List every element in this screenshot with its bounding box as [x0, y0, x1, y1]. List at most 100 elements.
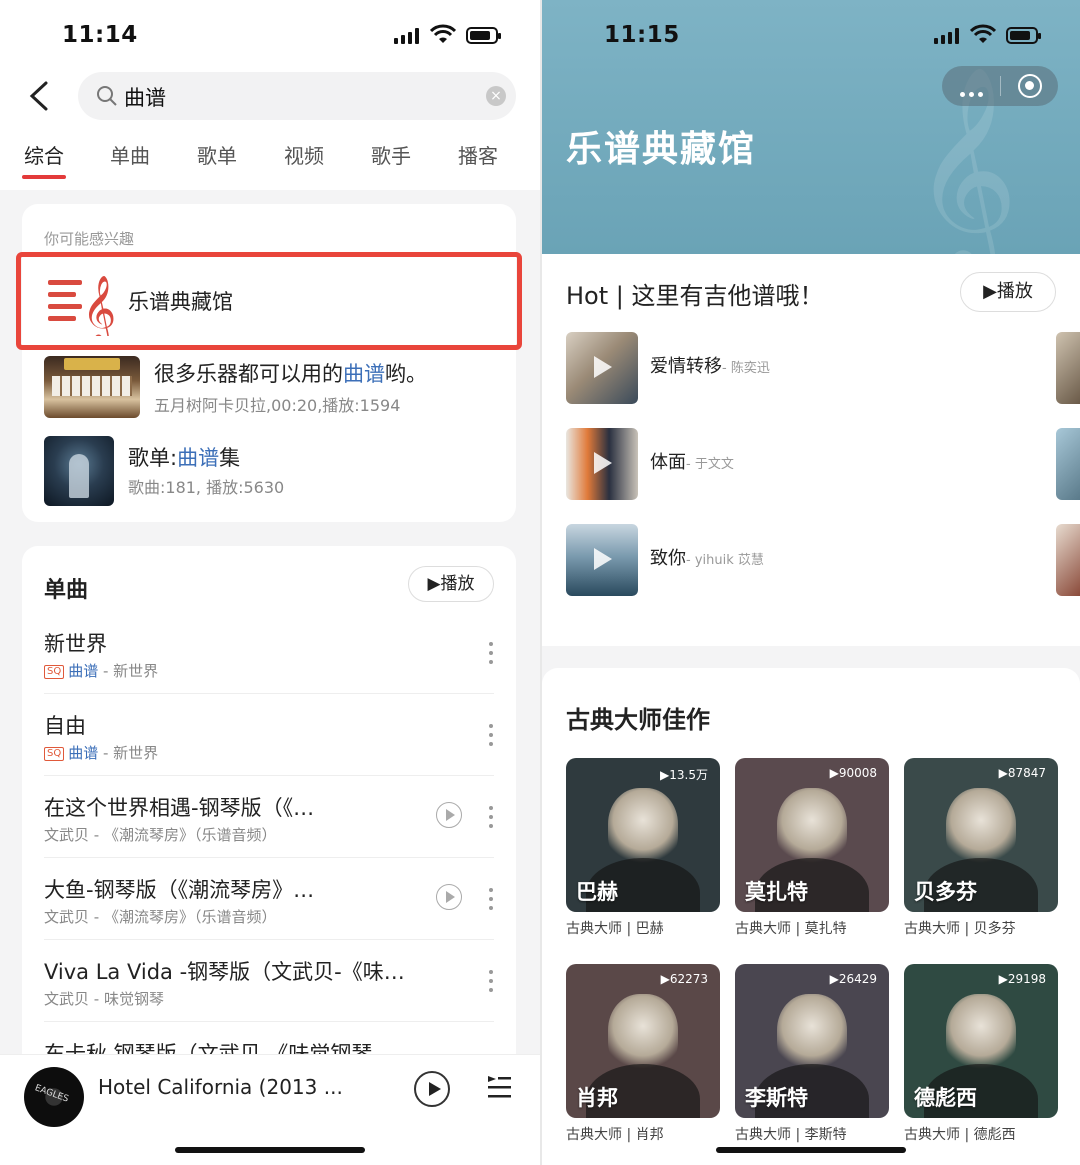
- hot-song-item[interactable]: 致你- yihuik 苡慧: [566, 524, 1046, 596]
- composer-caption: 古典大师 | 李斯特: [735, 1127, 847, 1143]
- classics-section: 古典大师佳作 ▶13.5万 巴赫 古典大师 | 巴赫 ▶90008 莫扎特 古典…: [542, 668, 1080, 1165]
- play-count: ▶87847: [998, 766, 1046, 780]
- song-row[interactable]: Viva La Vida -钢琴版（文武贝-《味… 文武贝 - 味觉钢琴: [44, 940, 494, 1022]
- home-indicator: [175, 1147, 365, 1153]
- composer-name: 贝多芬: [914, 880, 977, 904]
- song-cover: [566, 428, 638, 500]
- home-indicator: [716, 1147, 906, 1153]
- composer-name: 巴赫: [576, 880, 618, 904]
- composer-caption: 古典大师 | 德彪西: [904, 1127, 1016, 1143]
- songs-card: 单曲 ▶播放 新世界 SQ 曲谱 - 新世界 自由 SQ 曲谱 - 新世界 在这个世…: [22, 546, 516, 1086]
- tab-playlists[interactable]: 歌单: [197, 140, 237, 169]
- now-playing-title: Hotel California (2013 ...: [98, 1075, 343, 1099]
- playlist-icon[interactable]: [486, 1073, 512, 1101]
- play-count: ▶29198: [998, 972, 1046, 986]
- composer-portrait: ▶62273 肖邦: [566, 964, 720, 1118]
- more-icon[interactable]: [488, 724, 494, 748]
- status-bar: 11:14: [0, 0, 540, 72]
- song-title: 新世界: [44, 632, 107, 656]
- composer-caption: 古典大师 | 巴赫: [566, 921, 664, 937]
- more-options-icon[interactable]: [960, 82, 990, 97]
- play-count: ▶26429: [829, 972, 877, 986]
- tab-artists[interactable]: 歌手: [371, 140, 411, 169]
- close-miniprogram-icon[interactable]: [1018, 74, 1042, 98]
- battery-icon: [1006, 27, 1041, 44]
- song-title: Viva La Vida -钢琴版（文武贝-《味…: [44, 960, 405, 984]
- result-tabs: 综合 单曲 歌单 视频 歌手 播客: [0, 140, 540, 179]
- treble-clef-watermark-icon: 𝄞: [912, 65, 1019, 255]
- hot-section-title: Hot | 这里有吉他谱哦！: [566, 282, 824, 310]
- play-count: ▶13.5万: [660, 768, 708, 782]
- signal-icon: [934, 28, 960, 44]
- songs-section-title: 单曲: [44, 578, 89, 603]
- song-row[interactable]: 大鱼-钢琴版（《潮流琴房》… 文武贝 - 《潮流琴房》（乐谱音频）: [44, 858, 494, 940]
- search-query: 曲谱: [124, 86, 166, 110]
- song-row[interactable]: 在这个世界相遇-钢琴版（《… 文武贝 - 《潮流琴房》（乐谱音频）: [44, 776, 494, 858]
- composer-name: 莫扎特: [745, 880, 808, 904]
- playlist-meta: 歌曲:181, 播放:5630: [128, 478, 285, 497]
- composer-caption: 古典大师 | 莫扎特: [735, 921, 847, 937]
- battery-icon: [466, 27, 501, 44]
- tab-videos[interactable]: 视频: [284, 140, 324, 169]
- status-time: 11:15: [604, 22, 680, 48]
- composer-caption: 古典大师 | 肖邦: [566, 1127, 664, 1143]
- song-cover: [566, 524, 638, 596]
- song-cover: [566, 332, 638, 404]
- hot-section: Hot | 这里有吉他谱哦！ ▶播放 爱情转移- 陈奕迅 体面- 于文文 致你-…: [542, 254, 1080, 646]
- composer-name: 肖邦: [576, 1086, 618, 1110]
- video-thumbnail: [44, 356, 140, 418]
- next-column-peek: [1056, 428, 1080, 500]
- next-column-peek: [1056, 332, 1080, 404]
- song-meta: 文武贝 - 《潮流琴房》（乐谱音频）: [44, 826, 277, 844]
- tab-podcasts[interactable]: 播客: [458, 140, 498, 169]
- mini-player[interactable]: EAGLES Hotel California (2013 ...: [0, 1054, 540, 1165]
- play-icon[interactable]: [414, 1071, 450, 1107]
- search-results-screen: 11:14 曲谱 × 综合 单曲 歌单 视频 歌手 播客 你可能感兴趣 𝄞 乐谱: [0, 0, 540, 1165]
- clear-icon[interactable]: ×: [486, 86, 506, 106]
- more-icon[interactable]: [488, 970, 494, 994]
- play-all-button[interactable]: ▶播放: [408, 566, 494, 602]
- wifi-icon: [430, 24, 456, 43]
- tab-all[interactable]: 综合: [22, 140, 66, 179]
- miniprogram-header: 𝄞 11:15 乐谱典藏馆: [542, 0, 1080, 254]
- classics-section-title: 古典大师佳作: [566, 706, 710, 734]
- suggestion-hint: 你可能感兴趣: [44, 230, 135, 248]
- hot-song-item[interactable]: 体面- 于文文: [566, 428, 1046, 500]
- hot-song-title: 体面- 于文文: [650, 452, 734, 473]
- playlist-cover: [44, 436, 114, 506]
- composer-caption: 古典大师 | 贝多芬: [904, 921, 1016, 937]
- wifi-icon: [970, 24, 996, 43]
- miniprogram-title: 乐谱典藏馆: [566, 129, 757, 170]
- search-header: 11:14 曲谱 × 综合 单曲 歌单 视频 歌手 播客: [0, 0, 540, 190]
- song-title: 在这个世界相遇-钢琴版（《…: [44, 796, 315, 820]
- play-count: ▶90008: [829, 766, 877, 780]
- song-meta: SQ 曲谱 - 新世界: [44, 742, 158, 763]
- highlight-box: [16, 252, 522, 350]
- composer-portrait: ▶26429 李斯特: [735, 964, 889, 1118]
- next-column-peek: [1056, 524, 1080, 596]
- song-row[interactable]: 新世界 SQ 曲谱 - 新世界: [44, 612, 494, 694]
- hot-song-item[interactable]: 爱情转移- 陈奕迅: [566, 332, 1046, 404]
- mv-play-icon[interactable]: [436, 884, 462, 910]
- song-meta: 文武贝 - 味觉钢琴: [44, 990, 164, 1008]
- tab-songs[interactable]: 单曲: [110, 140, 150, 169]
- composer-portrait: ▶90008 莫扎特: [735, 758, 889, 912]
- hot-song-title: 爱情转移- 陈奕迅: [650, 356, 770, 377]
- more-icon[interactable]: [488, 888, 494, 912]
- search-input[interactable]: 曲谱 ×: [78, 72, 516, 120]
- hot-song-title: 致你- yihuik 苡慧: [650, 548, 764, 569]
- more-icon[interactable]: [488, 642, 494, 666]
- back-arrow-icon[interactable]: [26, 80, 54, 112]
- song-row[interactable]: 自由 SQ 曲谱 - 新世界: [44, 694, 494, 776]
- composer-portrait: ▶13.5万 巴赫: [566, 758, 720, 912]
- song-title: 自由: [44, 714, 86, 738]
- mv-play-icon[interactable]: [436, 802, 462, 828]
- song-meta: SQ 曲谱 - 新世界: [44, 660, 158, 681]
- song-title: 大鱼-钢琴版（《潮流琴房》…: [44, 878, 315, 902]
- playlist-title: 歌单:曲谱集: [128, 446, 241, 470]
- hot-play-button[interactable]: ▶播放: [960, 272, 1056, 312]
- miniprogram-capsule: [942, 66, 1058, 106]
- video-meta: 五月树阿卡贝拉,00:20,播放:1594: [154, 396, 401, 415]
- more-icon[interactable]: [488, 806, 494, 830]
- status-bar: 11:15: [542, 0, 1080, 72]
